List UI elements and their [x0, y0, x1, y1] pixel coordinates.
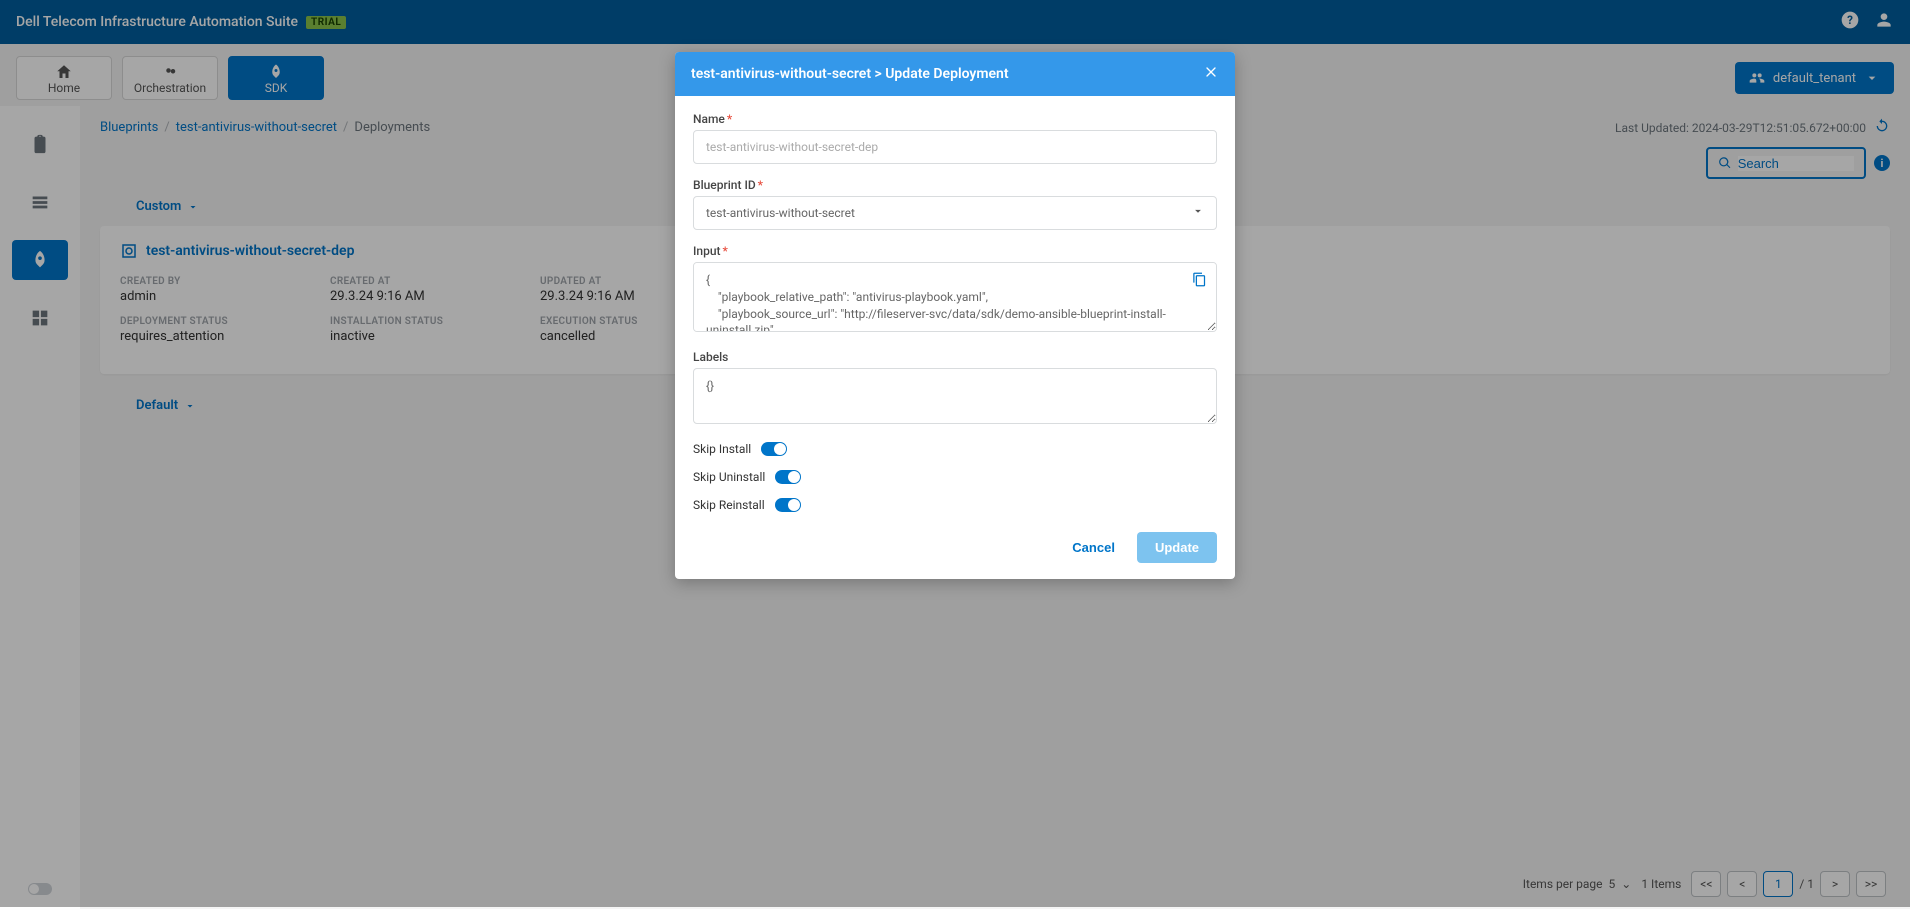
- close-button[interactable]: [1203, 64, 1219, 84]
- copy-button[interactable]: [1192, 272, 1207, 291]
- label-input: Input*: [693, 244, 1217, 258]
- name-field[interactable]: [693, 130, 1217, 164]
- input-json-field[interactable]: [693, 262, 1217, 332]
- labels-field[interactable]: [693, 368, 1217, 424]
- label-skip-install: Skip Install: [693, 442, 751, 456]
- label-skip-uninstall: Skip Uninstall: [693, 470, 765, 484]
- label-blueprint-id: Blueprint ID*: [693, 178, 1217, 192]
- modal-header: test-antivirus-without-secret > Update D…: [675, 52, 1235, 96]
- skip-install-toggle[interactable]: [761, 442, 787, 456]
- blueprint-id-select[interactable]: test-antivirus-without-secret: [693, 196, 1217, 230]
- copy-icon: [1192, 272, 1207, 287]
- skip-reinstall-toggle[interactable]: [775, 498, 801, 512]
- label-skip-reinstall: Skip Reinstall: [693, 498, 765, 512]
- label-name: Name*: [693, 112, 1217, 126]
- close-icon: [1203, 64, 1219, 80]
- update-deployment-modal: test-antivirus-without-secret > Update D…: [675, 52, 1235, 579]
- label-labels: Labels: [693, 350, 1217, 364]
- skip-uninstall-toggle[interactable]: [775, 470, 801, 484]
- modal-title: test-antivirus-without-secret > Update D…: [691, 66, 1009, 82]
- update-button[interactable]: Update: [1137, 532, 1217, 563]
- cancel-button[interactable]: Cancel: [1066, 532, 1121, 563]
